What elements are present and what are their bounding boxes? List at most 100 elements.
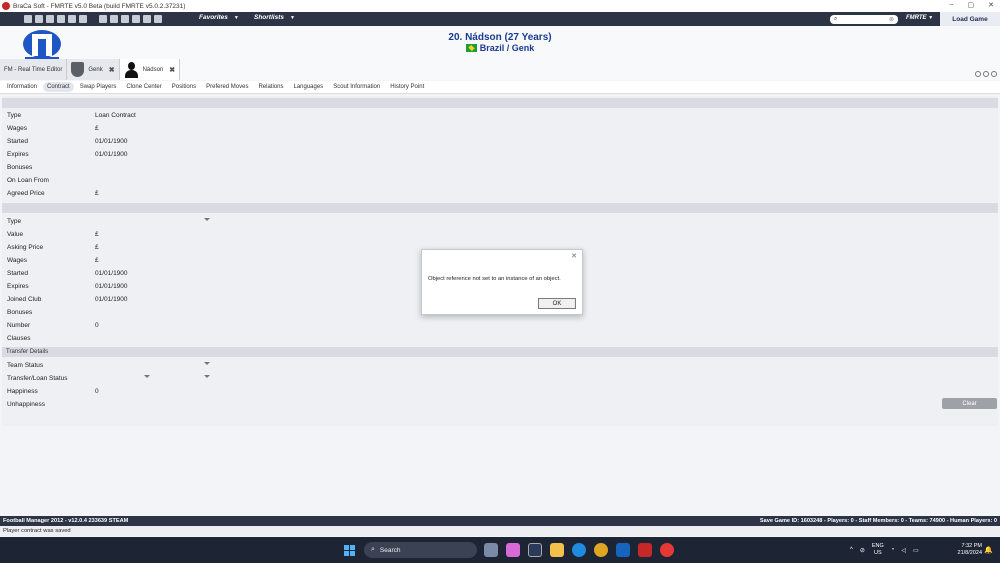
shortlists-menu[interactable]: Shortlists ▼ xyxy=(254,14,295,21)
tab-real-time-editor[interactable]: FM - Real Time Editor xyxy=(0,59,68,80)
asking-price-field[interactable]: £ xyxy=(95,241,99,254)
club-icon[interactable] xyxy=(132,15,140,23)
value-field[interactable]: £ xyxy=(95,228,99,241)
clock-time: 7:32 PM xyxy=(961,543,982,549)
agreed-price-field[interactable]: £ xyxy=(95,187,99,200)
maximize-icon[interactable]: ▢ xyxy=(968,1,975,9)
field-label: Expires xyxy=(7,283,29,290)
wages-field[interactable]: £ xyxy=(95,254,99,267)
field-label: Bonuses xyxy=(7,309,33,316)
transfer-icon[interactable] xyxy=(99,15,107,23)
fmrte-label: FMRTE xyxy=(906,15,927,21)
wifi-icon[interactable]: ◔ xyxy=(891,547,895,553)
tab-nadson[interactable]: Nádson ✖ xyxy=(119,59,181,80)
volume-icon[interactable]: ◁ xyxy=(901,547,906,554)
joined-club-field[interactable]: 01/01/1900 xyxy=(95,293,128,306)
search-input[interactable]: ⌕ ⊗ xyxy=(830,15,898,24)
chevron-down-icon[interactable] xyxy=(204,362,210,366)
battery-icon[interactable]: ▭ xyxy=(913,547,919,554)
field-label: Started xyxy=(7,138,28,145)
ok-button[interactable]: OK xyxy=(538,298,576,309)
loan-started-field[interactable]: 01/01/1900 xyxy=(95,135,128,148)
start-button[interactable] xyxy=(344,545,355,556)
field-label: Type xyxy=(7,112,22,119)
tab-relations[interactable]: Relations xyxy=(254,82,287,92)
favorites-menu[interactable]: Favorites ▼ xyxy=(199,14,239,21)
close-icon[interactable]: ✕ xyxy=(988,1,994,9)
search-icon: ⌕ xyxy=(371,546,375,553)
calendar-icon[interactable] xyxy=(143,15,151,23)
chevron-down-icon[interactable] xyxy=(204,375,210,379)
tab-clone-center[interactable]: Clone Center xyxy=(122,82,165,92)
loan-started-row: Started 01/01/1900 xyxy=(2,135,998,148)
avatar xyxy=(124,61,139,78)
loan-type-field[interactable]: Loan Contract xyxy=(95,109,136,122)
field-label: Clauses xyxy=(7,335,31,342)
load-game-button[interactable]: Load Game xyxy=(940,12,1000,26)
main-toolbar: Favorites ▼ Shortlists ▼ ⌕ ⊗ FMRTE ▼ xyxy=(0,12,1000,26)
folder-icon[interactable] xyxy=(35,15,43,23)
field-label: Type xyxy=(7,218,22,225)
close-tab-icon[interactable]: ✖ xyxy=(109,66,115,74)
on-loan-from-row: On Loan From xyxy=(2,174,998,187)
save-icon[interactable] xyxy=(46,15,54,23)
chrome-icon[interactable] xyxy=(594,543,608,557)
tab-genk[interactable]: Genk ✖ xyxy=(67,59,120,80)
happiness-field[interactable]: 0 xyxy=(95,385,99,398)
tab-positions[interactable]: Positions xyxy=(168,82,200,92)
copilot-icon[interactable] xyxy=(506,543,520,557)
expires-field[interactable]: 01/01/1900 xyxy=(95,280,128,293)
clock[interactable]: 7:32 PM 21/8/2024 xyxy=(940,543,982,557)
edge-icon[interactable] xyxy=(572,543,586,557)
notification-bell-icon[interactable]: 🔔 xyxy=(984,546,993,554)
tab-history-point[interactable]: History Point xyxy=(386,82,428,92)
refresh-icon[interactable] xyxy=(57,15,65,23)
game-app-icon[interactable] xyxy=(638,543,652,557)
clear-button[interactable]: Clear xyxy=(942,398,997,409)
tab-prefered-moves[interactable]: Prefered Moves xyxy=(202,82,252,92)
chevron-up-icon[interactable]: ^ xyxy=(850,547,853,553)
next-icon[interactable] xyxy=(983,71,989,77)
close-tab-icon[interactable]: ✖ xyxy=(169,66,175,74)
taskbar-search[interactable]: ⌕ Search xyxy=(364,542,477,558)
number-field[interactable]: 0 xyxy=(95,319,99,332)
network-off-icon[interactable]: ⊘ xyxy=(860,547,865,554)
prev-icon[interactable] xyxy=(975,71,981,77)
field-label: Transfer/Loan Status xyxy=(7,375,68,382)
tab-scout-information[interactable]: Scout Information xyxy=(329,82,384,92)
loan-expires-field[interactable]: 01/01/1900 xyxy=(95,148,128,161)
window-icon[interactable] xyxy=(991,71,997,77)
home-icon[interactable] xyxy=(24,15,32,23)
outlook-icon[interactable] xyxy=(616,543,630,557)
toolbar-separator xyxy=(90,15,96,23)
document-tabs: FM - Real Time Editor Genk ✖ Nádson ✖ xyxy=(0,59,181,80)
window-title: BraCa Soft - FMRTE v5.0 Beta (build FMRT… xyxy=(13,2,186,10)
loan-wages-field[interactable]: £ xyxy=(95,122,99,135)
bird-app-icon[interactable] xyxy=(484,543,498,557)
close-icon[interactable]: ✕ xyxy=(571,252,577,260)
tab-information[interactable]: Information xyxy=(3,82,41,92)
tab-languages[interactable]: Languages xyxy=(289,82,327,92)
tab-contract[interactable]: Contract xyxy=(43,82,74,92)
language-indicator[interactable]: ENG US xyxy=(872,543,884,557)
chevron-down-icon[interactable] xyxy=(144,375,150,379)
team-status-row: Team Status xyxy=(2,359,998,372)
fmrte-menu[interactable]: FMRTE ▼ xyxy=(906,15,933,21)
started-field[interactable]: 01/01/1900 xyxy=(95,267,128,280)
fmrte-app-icon[interactable] xyxy=(660,543,674,557)
staff-icon[interactable] xyxy=(121,15,129,23)
file-explorer-icon[interactable] xyxy=(550,543,564,557)
field-label: Wages xyxy=(7,125,27,132)
task-view-icon[interactable] xyxy=(528,543,542,557)
minimize-icon[interactable]: – xyxy=(950,1,954,9)
view-controls xyxy=(975,71,997,77)
people-icon[interactable] xyxy=(110,15,118,23)
settings-icon[interactable] xyxy=(68,15,76,23)
clear-search-icon[interactable]: ⊗ xyxy=(889,16,894,23)
lang-code: ENG xyxy=(871,543,884,549)
help-icon[interactable] xyxy=(79,15,87,23)
chevron-down-icon[interactable] xyxy=(204,218,210,222)
tab-swap-players[interactable]: Swap Players xyxy=(76,82,121,92)
globe-icon[interactable] xyxy=(154,15,162,23)
unhappiness-row: Unhappiness xyxy=(2,398,998,411)
